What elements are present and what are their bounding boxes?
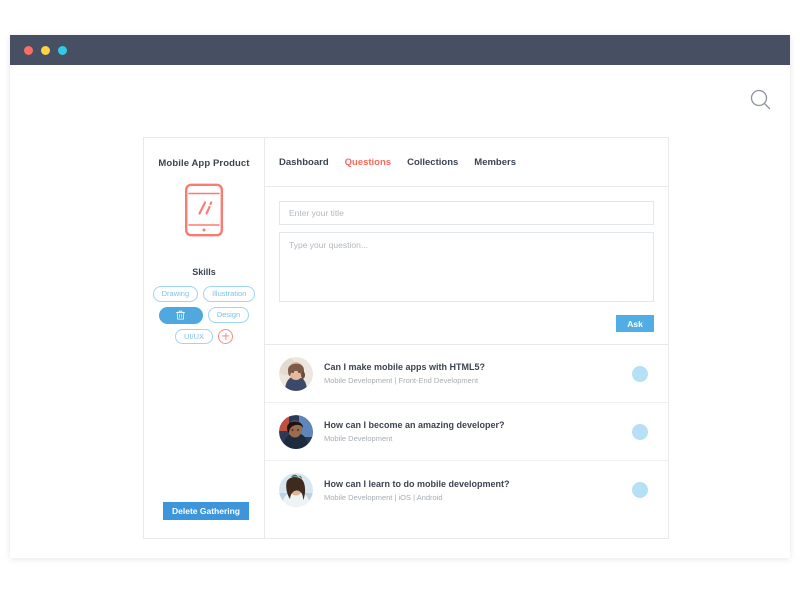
sidebar-panel: Mobile App Product Skills Drawing Illust… [144, 138, 265, 538]
avatar [279, 356, 313, 391]
status-badge[interactable] [632, 482, 648, 498]
content-panel: Dashboard Questions Collections Members … [265, 138, 668, 538]
question-text: Can I make mobile apps with HTML5? Mobil… [324, 362, 632, 385]
question-title: How can I become an amazing developer? [324, 420, 505, 430]
traffic-light-yellow-icon[interactable] [41, 45, 50, 55]
skill-tag-illustration[interactable]: Illustration [203, 286, 256, 302]
traffic-light-cyan-icon[interactable] [58, 45, 67, 55]
mobile-phone-icon [184, 183, 224, 237]
add-skill-plus-icon[interactable] [218, 328, 233, 344]
browser-viewport: Mobile App Product Skills Drawing Illust… [10, 65, 790, 558]
compose-question-form: Ask [265, 187, 668, 345]
nav-tabs: Dashboard Questions Collections Members [265, 138, 668, 187]
ask-button[interactable]: Ask [616, 315, 654, 332]
tab-dashboard[interactable]: Dashboard [279, 157, 329, 168]
screen: Mobile App Product Skills Drawing Illust… [0, 0, 800, 600]
tab-members[interactable]: Members [474, 157, 516, 168]
tab-collections[interactable]: Collections [407, 157, 458, 168]
table-row[interactable]: Can I make mobile apps with HTML5? Mobil… [265, 345, 668, 403]
question-text: How can I learn to do mobile development… [324, 479, 632, 502]
trash-icon [176, 310, 186, 320]
browser-titlebar [10, 35, 790, 65]
traffic-light-red-icon[interactable] [24, 45, 33, 55]
skill-tag-delete-button[interactable] [158, 306, 203, 324]
skill-tag-uiux[interactable]: UI/UX [174, 328, 213, 344]
skill-tag-drawing[interactable]: Drawing [152, 286, 199, 302]
table-row[interactable]: How can I learn to do mobile development… [265, 461, 668, 519]
skill-tag-design[interactable]: Design [207, 307, 250, 323]
question-meta: Mobile Development [324, 434, 393, 443]
table-row[interactable]: How can I become an amazing developer? M… [265, 403, 668, 461]
question-title-input[interactable] [279, 201, 654, 225]
question-meta: Mobile Development | iOS | Android [324, 492, 443, 502]
skills-tag-list: Drawing Illustration Design UI/UX [144, 286, 264, 344]
question-text: How can I become an amazing developer? M… [324, 420, 632, 443]
question-title: Can I make mobile apps with HTML5? [324, 362, 486, 372]
page-title: Mobile App Product [158, 158, 250, 169]
skills-label: Skills [192, 267, 216, 277]
question-list: Can I make mobile apps with HTML5? Mobil… [265, 345, 668, 538]
tab-questions[interactable]: Questions [345, 157, 391, 168]
main-card: Mobile App Product Skills Drawing Illust… [143, 137, 669, 539]
avatar [279, 473, 313, 507]
ask-row: Ask [279, 315, 654, 332]
browser-window: Mobile App Product Skills Drawing Illust… [10, 35, 790, 558]
question-title: How can I learn to do mobile development… [324, 478, 510, 489]
status-badge[interactable] [632, 365, 648, 382]
status-badge[interactable] [632, 423, 648, 440]
search-icon[interactable] [748, 87, 774, 113]
avatar [279, 414, 313, 449]
delete-gathering-button[interactable]: Delete Gathering [163, 502, 249, 520]
question-body-textarea[interactable] [279, 232, 654, 302]
question-meta: Mobile Development | Front-End Developme… [324, 376, 479, 385]
